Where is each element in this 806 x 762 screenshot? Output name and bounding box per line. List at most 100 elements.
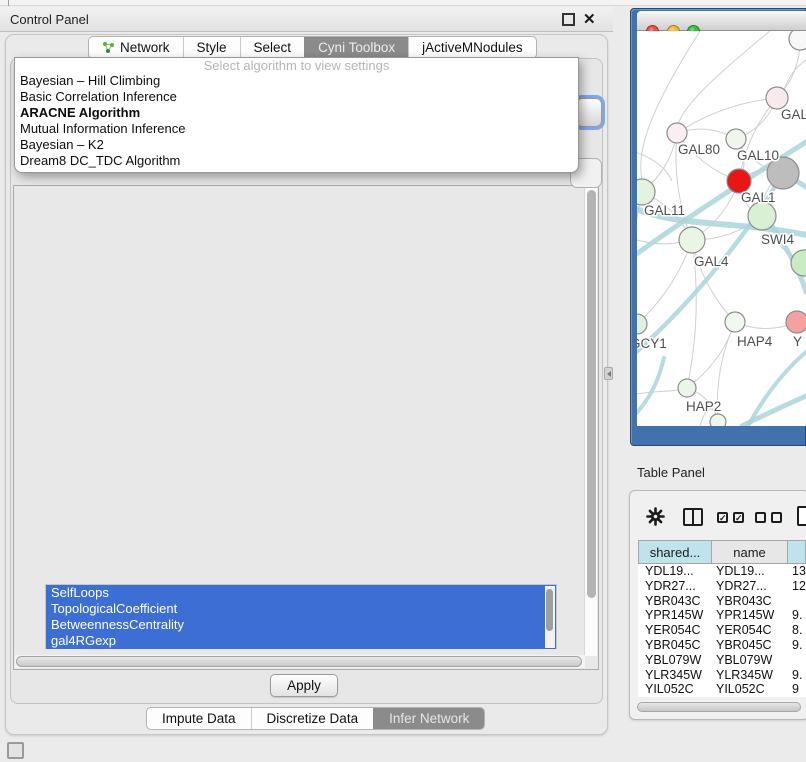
table-cell[interactable]: 9 (788, 682, 806, 697)
deselect-all-icon[interactable] (771, 512, 782, 523)
select-all-icon[interactable]: ✓ (733, 512, 744, 523)
table-cell[interactable] (788, 653, 806, 668)
table-row[interactable]: YDR27...YDR27...12 (638, 579, 806, 594)
network-node-swi4[interactable] (748, 202, 776, 230)
network-node[interactable] (791, 250, 806, 276)
split-column-icon[interactable] (683, 508, 703, 526)
table-cell[interactable]: YPR145W (712, 608, 788, 623)
table-cell[interactable]: YDL19... (638, 564, 712, 579)
network-edge[interactable] (637, 240, 692, 324)
gear-icon[interactable] (646, 507, 665, 531)
table-cell[interactable]: YLR345W (638, 668, 712, 683)
tab-infer-network[interactable]: Infer Network (373, 708, 484, 729)
network-node-gcy1[interactable] (637, 314, 647, 334)
data-attributes-list[interactable]: SelfLoopsTopologicalCoefficientBetweenne… (45, 584, 557, 649)
tab-impute-data[interactable]: Impute Data (147, 708, 251, 729)
column-header-shared[interactable]: shared... (638, 540, 712, 564)
table-cell[interactable]: YDR27... (638, 579, 712, 594)
table-row[interactable]: YIL052CYIL052C9 (638, 682, 806, 697)
table-cell[interactable]: YBL079W (712, 653, 788, 668)
network-node-y[interactable] (786, 311, 806, 333)
table-cell[interactable]: YBL079W (638, 653, 712, 668)
tab-discretize-data[interactable]: Discretize Data (251, 708, 374, 729)
table-cell[interactable]: YER054C (712, 623, 788, 638)
tab-network[interactable]: Network (89, 37, 183, 58)
table-cell[interactable]: YDL19... (712, 564, 788, 579)
select-all-icon[interactable]: ✓ (717, 512, 728, 523)
tab-select[interactable]: Select (240, 37, 305, 58)
attribute-item-selfloops[interactable]: SelfLoops (46, 585, 556, 601)
table-row[interactable]: YBL079WYBL079W (638, 653, 806, 668)
network-canvas[interactable]: GALGAL80GAL10GAL1GAL11SWI4GAL4GCY1HAP4YH… (637, 31, 806, 426)
vertical-scrollbar-thumb[interactable] (587, 190, 596, 598)
network-edge[interactable] (641, 31, 700, 180)
table-cell[interactable]: YIL052C (712, 682, 788, 697)
tab-cyni-toolbox[interactable]: Cyni Toolbox (304, 37, 408, 58)
table-cell[interactable]: YBR045C (712, 638, 788, 653)
table-cell[interactable]: 9. (788, 608, 806, 623)
table-cell[interactable]: YPR145W (638, 608, 712, 623)
attributes-scrollbar[interactable] (545, 586, 555, 648)
network-node[interactable] (789, 31, 806, 50)
deselect-all-icon[interactable] (755, 512, 766, 523)
column-header-2[interactable] (788, 540, 806, 564)
dock-panel-icon[interactable] (7, 742, 24, 759)
tab-style[interactable]: Style (183, 37, 240, 58)
dropdown-item-dream8-dc-tdc-algorithm[interactable]: Dream8 DC_TDC Algorithm (15, 153, 578, 169)
horizontal-scrollbar-thumb[interactable] (16, 656, 582, 667)
network-node[interactable] (710, 414, 726, 426)
table-cell[interactable]: YBR043C (712, 594, 788, 609)
table-horizontal-scrollbar[interactable] (636, 701, 804, 713)
network-node-gal4[interactable] (679, 227, 705, 253)
table-cell[interactable]: YLR345W (712, 668, 788, 683)
dropdown-item-bayesian-hill-climbing[interactable]: Bayesian – Hill Climbing (15, 73, 578, 89)
float-panel-icon[interactable] (562, 13, 575, 26)
network-edge[interactable] (687, 322, 735, 388)
network-node-gal80[interactable] (667, 123, 687, 143)
table-cell[interactable]: 12 (788, 579, 806, 594)
dropdown-item-basic-correlation-inference[interactable]: Basic Correlation Inference (15, 89, 578, 105)
attribute-item-topologicalcoefficient[interactable]: TopologicalCoefficient (46, 601, 556, 617)
attribute-item-gal4rgexp[interactable]: gal4RGexp (46, 633, 556, 649)
table-row[interactable]: YER054CYER054C8. (638, 623, 806, 638)
table-cell[interactable]: YER054C (638, 623, 712, 638)
table-row[interactable]: YBR043CYBR043C (638, 594, 806, 609)
tab-jactivemnodules[interactable]: jActiveMNodules (408, 37, 536, 58)
table-row[interactable]: YBR045CYBR045C9. (638, 638, 806, 653)
network-window-titlebar[interactable] (637, 11, 806, 31)
column-header-name[interactable]: name (712, 540, 788, 564)
table-cell[interactable]: YDR27... (712, 579, 788, 594)
table-row[interactable]: YPR145WYPR145W9. (638, 608, 806, 623)
dropdown-item-mutual-information-inference[interactable]: Mutual Information Inference (15, 121, 578, 137)
table-cell[interactable]: 13 (788, 564, 806, 579)
table-row[interactable]: YDL19...YDL19...13 (638, 564, 806, 579)
algorithm-combo-partial[interactable] (576, 98, 602, 127)
horizontal-scrollbar[interactable] (15, 655, 585, 668)
table-cell[interactable]: 8. (788, 623, 806, 638)
network-edge-bundle[interactable] (748, 352, 806, 426)
dropdown-item-aracne-algorithm[interactable]: ARACNE Algorithm (15, 105, 578, 121)
attribute-item-betweennesscentrality[interactable]: BetweennessCentrality (46, 617, 556, 633)
table-cell[interactable]: 9. (788, 638, 806, 653)
table-row[interactable]: YLR345WYLR345W9. (638, 668, 806, 683)
network-node-gal10[interactable] (726, 129, 746, 149)
panel-divider-handle[interactable] (604, 367, 613, 380)
network-edge[interactable] (637, 150, 672, 181)
dropdown-item-bayesian-k2[interactable]: Bayesian – K2 (15, 137, 578, 153)
network-edge-bundle[interactable] (637, 358, 664, 420)
table-cell[interactable]: YBR043C (638, 594, 712, 609)
new-table-icon[interactable] (797, 506, 806, 526)
network-edge[interactable] (637, 389, 682, 395)
network-node-hap2[interactable] (678, 379, 696, 397)
table-cell[interactable] (788, 594, 806, 609)
network-edge[interactable] (677, 98, 777, 133)
attributes-scrollbar-thumb[interactable] (546, 589, 553, 631)
network-node-gal[interactable] (766, 87, 788, 109)
close-panel-icon[interactable]: ✕ (583, 10, 596, 28)
table-cell[interactable]: YIL052C (638, 682, 712, 697)
table-scrollbar-thumb[interactable] (637, 702, 801, 712)
table-cell[interactable]: 9. (788, 668, 806, 683)
table-cell[interactable]: YBR045C (638, 638, 712, 653)
network-node-hap4[interactable] (725, 312, 745, 332)
vertical-scrollbar[interactable] (584, 187, 597, 656)
